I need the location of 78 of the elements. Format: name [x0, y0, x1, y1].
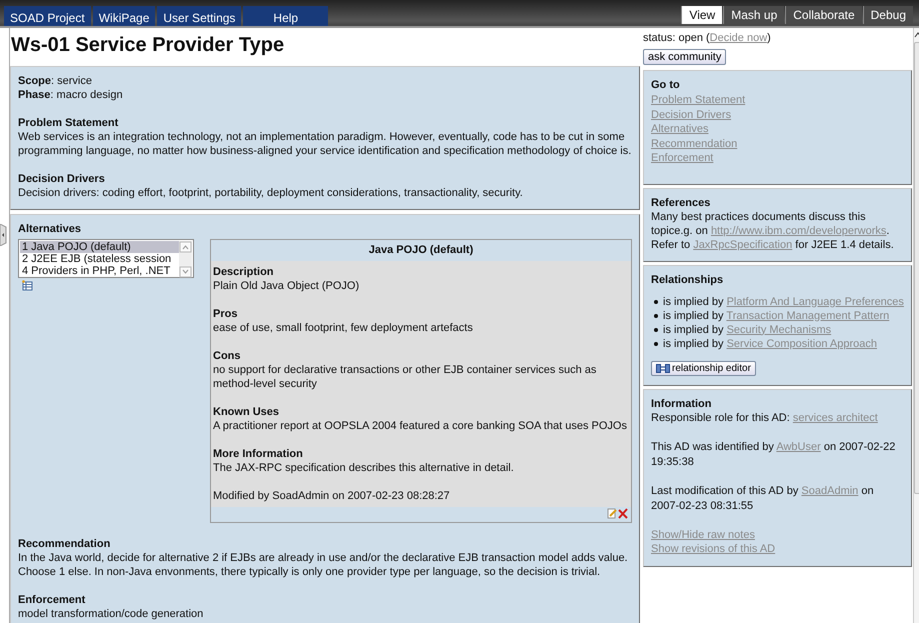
section-heading: Recommendation	[18, 537, 112, 551]
information-link[interactable]: services architect	[792, 412, 878, 424]
field-text: Scope: service	[18, 74, 93, 88]
modified-text: Modified by SoadAdmin on 2007-02-23 08:28:27	[213, 489, 451, 503]
view-tab[interactable]: Mash up	[723, 6, 784, 24]
menu-item[interactable]: Help	[243, 6, 328, 26]
diagram-icon	[656, 364, 670, 372]
status-text: status: open (Decide now)	[643, 32, 772, 45]
section-heading: Alternatives	[18, 222, 82, 236]
view-tab[interactable]: Collaborate	[785, 6, 862, 24]
relationship-link[interactable]: Platform And Language Preferences	[726, 296, 904, 308]
relationship-text: is implied by Platform And Language Preferences	[663, 294, 904, 308]
panel-heading: Relationships	[651, 272, 724, 286]
panel-heading: References	[651, 196, 712, 210]
view-tab[interactable]: View	[681, 6, 722, 24]
section-text: A practitioner report at OOPSLA 2004 featured a core banking SOA that uses POJOs	[213, 419, 628, 433]
goto-link[interactable]: Recommendation	[651, 136, 738, 151]
bullet-icon	[654, 342, 658, 346]
relationship-editor-button[interactable]: relationship editor	[651, 360, 756, 376]
information-text: Responsible role for this AD: services architect	[651, 410, 879, 426]
list-option[interactable]: 4 Providers in PHP, Perl, .NET	[20, 265, 180, 277]
section-heading: Enforcement	[18, 593, 86, 607]
information-link[interactable]: Show revisions of this AD	[651, 542, 776, 556]
list-option[interactable]: 2 J2EE EJB (stateless session	[20, 253, 180, 265]
detail-title: Java POJO (default)	[368, 243, 474, 258]
section-text: model transformation/code generation	[18, 607, 204, 621]
section-text: In the Java world, decide for alternative 2 if EJBs are already in use and/or the declarative EJB transaction model adds value. Choose 1 else. In non-Java envonments, there typically is only one provider type per language, so the decision is trivial.	[18, 551, 629, 579]
collapse-handle-icon[interactable]	[0, 224, 8, 246]
panel-heading: Information	[651, 396, 712, 410]
information-link[interactable]: Show/Hide raw notes	[651, 528, 755, 542]
section-heading: Description	[213, 265, 275, 279]
information-text: This AD was identified by AwbUser on 2007-02-22 19:35:38	[651, 440, 896, 470]
relationship-link[interactable]: Security Mechanisms	[726, 324, 832, 336]
goto-link[interactable]: Decision Drivers	[651, 108, 732, 122]
relationship-link[interactable]: Service Composition Approach	[726, 338, 877, 350]
section-text: no support for declarative transactions or other EJB container services such as method-level security	[213, 363, 598, 391]
section-heading: More Information	[213, 447, 304, 461]
reference-link[interactable]: JaxRpcSpecification	[693, 238, 792, 250]
field-text: Phase: macro design	[18, 88, 124, 102]
goto-link[interactable]: Problem Statement	[651, 93, 746, 108]
references-text: Many best practices documents discuss this topice.g. on http://www.ibm.com/developerworks. Refer to JaxRpcSpecification for J2EE 1.4 details.	[651, 210, 895, 252]
delete-icon[interactable]	[618, 508, 628, 519]
section-text: Plain Old Java Object (POJO)	[213, 279, 360, 293]
bullet-icon	[654, 328, 658, 332]
bullet-icon	[654, 300, 658, 304]
section-text: Decision drivers: coding effort, footprint, portability, deployment considerations, transactionality, security.	[18, 186, 524, 200]
list-scrollbar[interactable]	[179, 241, 192, 278]
information-link[interactable]: SoadAdmin	[801, 484, 858, 496]
menu-item[interactable]: WikiPage	[92, 6, 156, 26]
relationship-text: is implied by Service Composition Approach	[663, 336, 877, 350]
menu-item[interactable]: SOAD Project	[4, 6, 91, 26]
section-heading: Cons	[213, 349, 242, 363]
bullet-icon	[654, 314, 658, 318]
section-heading: Problem Statement	[18, 116, 120, 130]
section-text: The JAX-RPC specification describes this alternative in detail.	[213, 461, 515, 475]
decide-link[interactable]: Decide now	[710, 32, 768, 44]
goto-link[interactable]: Alternatives	[651, 122, 708, 136]
alternatives-list[interactable]: 1 Java POJO (default) 2 J2EE EJB (stateless session 4 Providers in PHP, Perl, .NET	[18, 239, 194, 278]
page-title: Ws-01 Service Provider Type	[11, 33, 286, 57]
relationship-text: is implied by Security Mechanisms	[663, 322, 832, 336]
section-text: Web services is an integration technology, not an implementation paradigm. However, eventually, code has to be cut in some programming language, no matter how business-aligned your service identification and specification methodology of choice is.	[18, 130, 632, 158]
information-link[interactable]: AwbUser	[776, 440, 821, 452]
section-text: ease of use, small footprint, few deployment artefacts	[213, 321, 474, 335]
table-icon[interactable]	[22, 280, 33, 291]
list-option[interactable]: 1 Java POJO (default)	[20, 241, 180, 253]
relationship-link[interactable]: Transaction Management Pattern	[726, 310, 890, 322]
section-heading: Known Uses	[213, 405, 280, 419]
menu-item[interactable]: User Settings	[157, 6, 242, 26]
information-text: Last modification of this AD by SoadAdmin on 2007-02-23 08:31:55	[651, 484, 875, 514]
view-tab[interactable]: Debug	[862, 6, 913, 24]
goto-link[interactable]: Enforcement	[651, 151, 714, 166]
section-heading: Pros	[213, 307, 238, 321]
relationship-text: is implied by Transaction Management Pattern	[663, 308, 890, 322]
section-heading: Decision Drivers	[18, 172, 106, 186]
reference-link[interactable]: http://www.ibm.com/developerworks	[710, 224, 886, 236]
ask-community-button[interactable]: ask community	[643, 49, 726, 65]
edit-icon[interactable]	[607, 508, 617, 519]
panel-heading: Go to	[651, 78, 681, 92]
